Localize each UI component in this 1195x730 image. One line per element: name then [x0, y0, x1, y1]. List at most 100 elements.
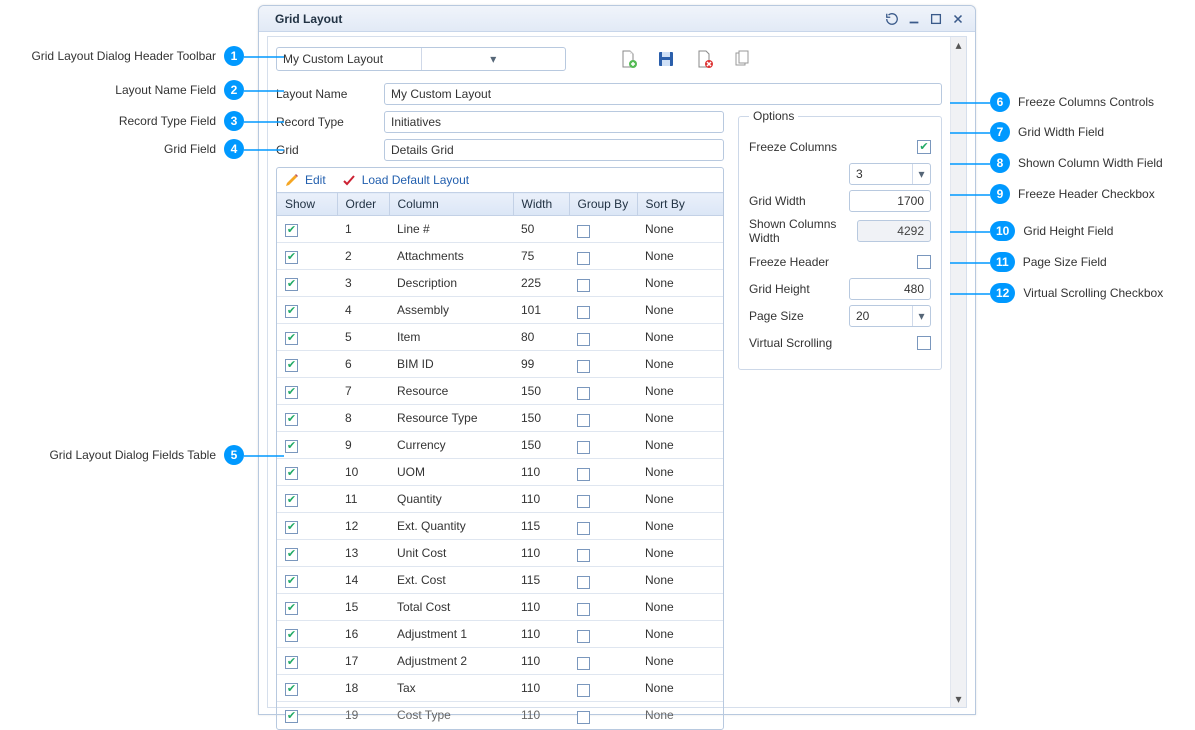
group-checkbox[interactable]: [577, 711, 590, 724]
show-checkbox[interactable]: ✔: [285, 386, 298, 399]
cell-column: Tax: [389, 675, 513, 702]
delete-icon[interactable]: [690, 45, 718, 73]
group-checkbox[interactable]: [577, 549, 590, 562]
table-row[interactable]: ✔9Currency150None: [277, 432, 723, 459]
group-checkbox[interactable]: [577, 630, 590, 643]
callout-text: Grid Field: [164, 142, 216, 156]
table-row[interactable]: ✔10UOM110None: [277, 459, 723, 486]
group-checkbox[interactable]: [577, 522, 590, 535]
table-row[interactable]: ✔1Line #50None: [277, 216, 723, 243]
cell-sort: None: [637, 513, 723, 540]
col-sort[interactable]: Sort By: [637, 193, 723, 216]
group-checkbox[interactable]: [577, 360, 590, 373]
table-row[interactable]: ✔16Adjustment 1110None: [277, 621, 723, 648]
group-checkbox[interactable]: [577, 468, 590, 481]
minimize-icon[interactable]: [905, 10, 923, 28]
layout-select[interactable]: My Custom Layout ▾: [276, 47, 566, 71]
show-checkbox[interactable]: ✔: [285, 494, 298, 507]
group-checkbox[interactable]: [577, 225, 590, 238]
table-row[interactable]: ✔6BIM ID99None: [277, 351, 723, 378]
group-checkbox[interactable]: [577, 279, 590, 292]
table-row[interactable]: ✔17Adjustment 2110None: [277, 648, 723, 675]
freeze-columns-checkbox[interactable]: ✔: [917, 140, 931, 154]
group-checkbox[interactable]: [577, 495, 590, 508]
maximize-icon[interactable]: [927, 10, 945, 28]
show-checkbox[interactable]: ✔: [285, 548, 298, 561]
scroll-up-icon[interactable]: ▴: [951, 37, 966, 53]
table-row[interactable]: ✔4Assembly101None: [277, 297, 723, 324]
table-row[interactable]: ✔3Description225None: [277, 270, 723, 297]
group-checkbox[interactable]: [577, 576, 590, 589]
cell-sort: None: [637, 702, 723, 729]
cell-order: 5: [337, 324, 389, 351]
grid-field[interactable]: Details Grid: [384, 139, 724, 161]
page-size-select[interactable]: 20 ▾: [849, 305, 931, 327]
grid-width-field[interactable]: 1700: [849, 190, 931, 212]
show-checkbox[interactable]: ✔: [285, 305, 298, 318]
fields-table: Edit Load Default Layout Show Orde: [276, 167, 724, 730]
show-checkbox[interactable]: ✔: [285, 683, 298, 696]
edit-button[interactable]: Edit: [285, 173, 326, 187]
show-checkbox[interactable]: ✔: [285, 224, 298, 237]
callout-text: Record Type Field: [119, 114, 216, 128]
col-group[interactable]: Group By: [569, 193, 637, 216]
cell-order: 6: [337, 351, 389, 378]
grid-row: Grid Details Grid: [276, 139, 724, 161]
group-checkbox[interactable]: [577, 387, 590, 400]
new-icon[interactable]: [614, 45, 642, 73]
group-checkbox[interactable]: [577, 306, 590, 319]
col-width[interactable]: Width: [513, 193, 569, 216]
table-row[interactable]: ✔11Quantity110None: [277, 486, 723, 513]
show-checkbox[interactable]: ✔: [285, 440, 298, 453]
group-checkbox[interactable]: [577, 333, 590, 346]
show-checkbox[interactable]: ✔: [285, 278, 298, 291]
group-checkbox[interactable]: [577, 252, 590, 265]
table-row[interactable]: ✔8Resource Type150None: [277, 405, 723, 432]
show-checkbox[interactable]: ✔: [285, 467, 298, 480]
group-checkbox[interactable]: [577, 603, 590, 616]
virtual-scrolling-checkbox[interactable]: [917, 336, 931, 350]
group-checkbox[interactable]: [577, 684, 590, 697]
col-column[interactable]: Column: [389, 193, 513, 216]
table-row[interactable]: ✔7Resource150None: [277, 378, 723, 405]
col-order[interactable]: Order: [337, 193, 389, 216]
table-row[interactable]: ✔18Tax110None: [277, 675, 723, 702]
grid-label: Grid: [276, 143, 384, 157]
callout: 9Freeze Header Checkbox: [990, 184, 1155, 204]
table-row[interactable]: ✔13Unit Cost110None: [277, 540, 723, 567]
vertical-scrollbar[interactable]: ▴ ▾: [950, 37, 966, 707]
show-checkbox[interactable]: ✔: [285, 656, 298, 669]
record-type-field[interactable]: Initiatives: [384, 111, 724, 133]
group-checkbox[interactable]: [577, 441, 590, 454]
show-checkbox[interactable]: ✔: [285, 521, 298, 534]
close-icon[interactable]: [949, 10, 967, 28]
table-row[interactable]: ✔15Total Cost110None: [277, 594, 723, 621]
table-row[interactable]: ✔19Cost Type110None: [277, 702, 723, 729]
callout-badge: 7: [990, 122, 1010, 142]
table-row[interactable]: ✔14Ext. Cost115None: [277, 567, 723, 594]
table-row[interactable]: ✔2Attachments75None: [277, 243, 723, 270]
layout-name-field[interactable]: My Custom Layout: [384, 83, 942, 105]
load-default-button[interactable]: Load Default Layout: [342, 173, 469, 187]
show-checkbox[interactable]: ✔: [285, 575, 298, 588]
freeze-columns-select[interactable]: 3 ▾: [849, 163, 931, 185]
group-checkbox[interactable]: [577, 414, 590, 427]
show-checkbox[interactable]: ✔: [285, 629, 298, 642]
show-checkbox[interactable]: ✔: [285, 602, 298, 615]
callout-badge: 2: [224, 80, 244, 100]
group-checkbox[interactable]: [577, 657, 590, 670]
show-checkbox[interactable]: ✔: [285, 251, 298, 264]
grid-height-field[interactable]: 480: [849, 278, 931, 300]
table-row[interactable]: ✔12Ext. Quantity115None: [277, 513, 723, 540]
save-icon[interactable]: [652, 45, 680, 73]
table-row[interactable]: ✔5Item80None: [277, 324, 723, 351]
col-show[interactable]: Show: [277, 193, 337, 216]
show-checkbox[interactable]: ✔: [285, 413, 298, 426]
show-checkbox[interactable]: ✔: [285, 359, 298, 372]
show-checkbox[interactable]: ✔: [285, 332, 298, 345]
cell-order: 2: [337, 243, 389, 270]
scroll-down-icon[interactable]: ▾: [951, 691, 966, 707]
refresh-icon[interactable]: [883, 10, 901, 28]
copy-icon[interactable]: [728, 45, 756, 73]
freeze-header-checkbox[interactable]: [917, 255, 931, 269]
